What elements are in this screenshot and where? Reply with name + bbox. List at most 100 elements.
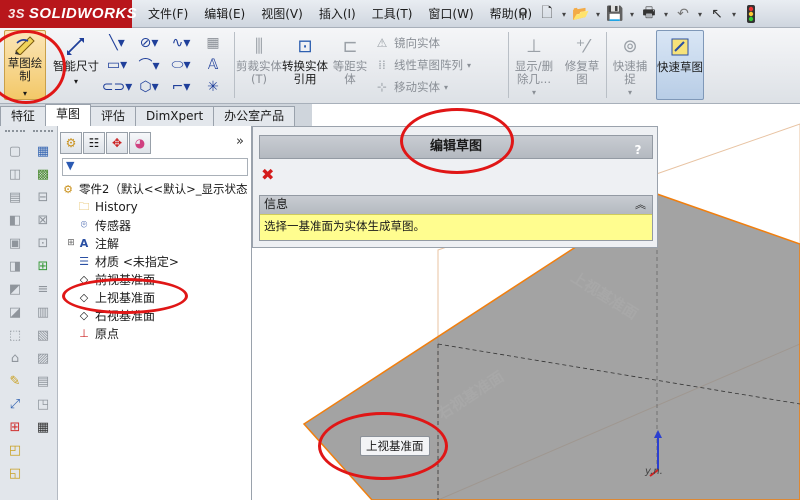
shell-icon[interactable]: ⬚ xyxy=(6,326,24,344)
chevron-down-icon[interactable]: ▾ xyxy=(532,86,536,99)
tab-evaluate[interactable]: 评估 xyxy=(90,106,137,126)
close-icon[interactable]: ✖ xyxy=(261,165,274,184)
menu-view[interactable]: 视图(V) xyxy=(253,0,311,28)
tree-item-material[interactable]: ☰ 材质 <未指定> xyxy=(58,252,252,270)
circle-icon[interactable]: ⊘▾ xyxy=(134,32,164,54)
arc-icon[interactable]: ⌒▾ xyxy=(134,54,164,76)
chamfer-icon[interactable]: ◪ xyxy=(6,303,24,321)
chevron-down-icon[interactable]: ▾ xyxy=(467,61,471,70)
quick-snaps-button[interactable]: ⊚ 快速捕捉 ▾ xyxy=(608,30,652,100)
section-view-icon[interactable]: ⊡ xyxy=(34,234,52,252)
ellipse-icon[interactable]: ⬭▾ xyxy=(166,54,196,76)
rebuild-traffic-light-icon[interactable] xyxy=(740,4,762,24)
chevron-down-icon[interactable]: ▾ xyxy=(628,86,632,99)
loft-icon[interactable]: ◧ xyxy=(6,211,24,229)
chevron-down-icon[interactable]: ▾ xyxy=(730,10,738,19)
tab-sketch[interactable]: 草图 xyxy=(45,104,92,126)
fillet-feature-icon[interactable]: ◩ xyxy=(6,280,24,298)
menu-tools[interactable]: 工具(T) xyxy=(364,0,421,28)
display-manager-tab-icon[interactable]: ◕ xyxy=(129,132,151,154)
info-header[interactable]: 信息 ︽ xyxy=(260,196,652,214)
tree-item-origin[interactable]: ⊥ 原点 xyxy=(58,324,252,342)
display-delete-relations-button[interactable]: ⊥ 显示/删除几... ▾ xyxy=(510,30,558,100)
trim-entities-button[interactable]: ⫼ 剪裁实体(T) xyxy=(236,30,282,100)
text-icon[interactable]: 𝔸 xyxy=(198,54,228,76)
rib-icon[interactable]: ⌂ xyxy=(6,349,24,367)
undo-icon[interactable]: ↶ xyxy=(672,4,694,24)
mirror-entities-button[interactable]: ⚠ 镜向实体 xyxy=(374,32,440,54)
open-folder-icon[interactable]: 📂 xyxy=(570,4,592,24)
polygon-icon[interactable]: ⬡▾ xyxy=(134,76,164,98)
chevron-down-icon[interactable]: ▾ xyxy=(23,87,27,100)
tree-item-right-plane[interactable]: ◇ 右视基准面 xyxy=(58,306,252,324)
property-manager-tab-icon[interactable]: ☷ xyxy=(83,132,105,154)
expand-plus-icon[interactable]: ⊞ xyxy=(66,238,76,248)
revolve-cut-icon[interactable]: ◨ xyxy=(6,257,24,275)
design-table-icon[interactable]: ▩ xyxy=(34,165,52,183)
select-pointer-icon[interactable]: ↖ xyxy=(706,4,728,24)
library-icon[interactable]: ▥ xyxy=(34,303,52,321)
menu-window[interactable]: 窗口(W) xyxy=(420,0,481,28)
measure-icon[interactable]: ⊟ xyxy=(34,188,52,206)
chevron-down-icon[interactable]: ▾ xyxy=(662,10,670,19)
tree-root-part[interactable]: ⚙ 零件2（默认<<默认>_显示状态 xyxy=(58,180,252,198)
macro-icon[interactable]: ▧ xyxy=(34,326,52,344)
chevron-down-icon[interactable]: ▾ xyxy=(560,10,568,19)
help-icon[interactable]: ? xyxy=(630,139,646,157)
fillet-icon[interactable]: ⌐▾ xyxy=(166,76,196,98)
pin-icon[interactable]: ⚲ xyxy=(512,4,534,24)
rectangle-icon[interactable]: ▭▾ xyxy=(102,54,132,76)
chevron-down-icon[interactable]: ▾ xyxy=(74,75,78,88)
offset-entities-button[interactable]: ⊏ 等距实体 xyxy=(330,30,370,100)
repair-sketch-button[interactable]: ⁺⁄ 修复草图 xyxy=(560,30,604,100)
mass-properties-icon[interactable]: ⊠ xyxy=(34,211,52,229)
expand-panel-icon[interactable]: » xyxy=(236,134,244,149)
chevron-down-icon[interactable]: ▾ xyxy=(444,83,448,92)
save-icon[interactable]: 💾 xyxy=(604,4,626,24)
move-entities-button[interactable]: ⊹ 移动实体 ▾ xyxy=(374,76,448,98)
revolve-boss-icon[interactable]: ◫ xyxy=(6,165,24,183)
chevron-down-icon[interactable]: ▾ xyxy=(594,10,602,19)
tree-filter-input[interactable]: ▼ xyxy=(62,158,248,176)
print-icon[interactable]: 🖶 xyxy=(638,4,660,24)
configuration-manager-tab-icon[interactable]: ✥ xyxy=(106,132,128,154)
menu-edit[interactable]: 编辑(E) xyxy=(196,0,253,28)
equations-icon[interactable]: ≡ xyxy=(34,280,52,298)
tree-item-annotations[interactable]: ⊞ A 注解 xyxy=(58,234,252,252)
sketch-small-icon[interactable]: ✎ xyxy=(6,372,24,390)
slot-icon[interactable]: ⊂⊃▾ xyxy=(102,76,133,98)
customize-icon[interactable]: ▤ xyxy=(34,372,52,390)
reference-geometry-icon[interactable]: ◱ xyxy=(6,464,24,482)
grid-icon[interactable]: ▦ xyxy=(198,32,228,54)
linear-pattern-button[interactable]: ⁞⁞ 线性草图阵列 ▾ xyxy=(374,54,471,76)
chevron-down-icon[interactable]: ▾ xyxy=(696,10,704,19)
spreadsheet-icon[interactable]: ▦ xyxy=(34,418,52,436)
smart-dimension-button[interactable]: 智能尺寸 ▾ xyxy=(52,30,100,100)
collapse-icon[interactable]: ︽ xyxy=(635,196,646,213)
tree-item-sensors[interactable]: ⌾ 传感器 xyxy=(58,216,252,234)
tree-item-front-plane[interactable]: ◇ 前视基准面 xyxy=(58,270,252,288)
add-in-icon[interactable]: ◳ xyxy=(34,395,52,413)
feature-tree-tab-icon[interactable]: ⚙ xyxy=(60,132,82,154)
sketch-button[interactable]: 草图绘制 ▾ xyxy=(4,30,46,100)
extrude-cut-icon[interactable]: ▣ xyxy=(6,234,24,252)
chevron-down-icon[interactable]: ▾ xyxy=(628,10,636,19)
sweep-icon[interactable]: ▤ xyxy=(6,188,24,206)
tree-item-history[interactable]: 🗀 History xyxy=(58,198,252,216)
tab-features[interactable]: 特征 xyxy=(0,106,47,126)
tab-dimxpert[interactable]: DimXpert xyxy=(135,106,215,126)
line-icon[interactable]: ╲▾ xyxy=(102,32,132,54)
tree-item-top-plane[interactable]: ◇ 上视基准面 xyxy=(58,288,252,306)
menu-insert[interactable]: 插入(I) xyxy=(311,0,364,28)
spline-icon[interactable]: ∿▾ xyxy=(166,32,196,54)
menu-file[interactable]: 文件(F) xyxy=(140,0,196,28)
relations-small-icon[interactable]: ⊞ xyxy=(6,418,24,436)
rapid-sketch-button[interactable]: 快速草图 xyxy=(656,30,704,100)
plane-small-icon[interactable]: ◰ xyxy=(6,441,24,459)
extrude-boss-icon[interactable]: ▢ xyxy=(6,142,24,160)
options-icon[interactable]: ▨ xyxy=(34,349,52,367)
smart-dimension-small-icon[interactable]: ⤢ xyxy=(6,395,24,413)
toolbar-grip[interactable] xyxy=(5,130,25,134)
new-document-icon[interactable]: 🗋 xyxy=(536,4,558,24)
point-icon[interactable]: ✳ xyxy=(198,76,228,98)
